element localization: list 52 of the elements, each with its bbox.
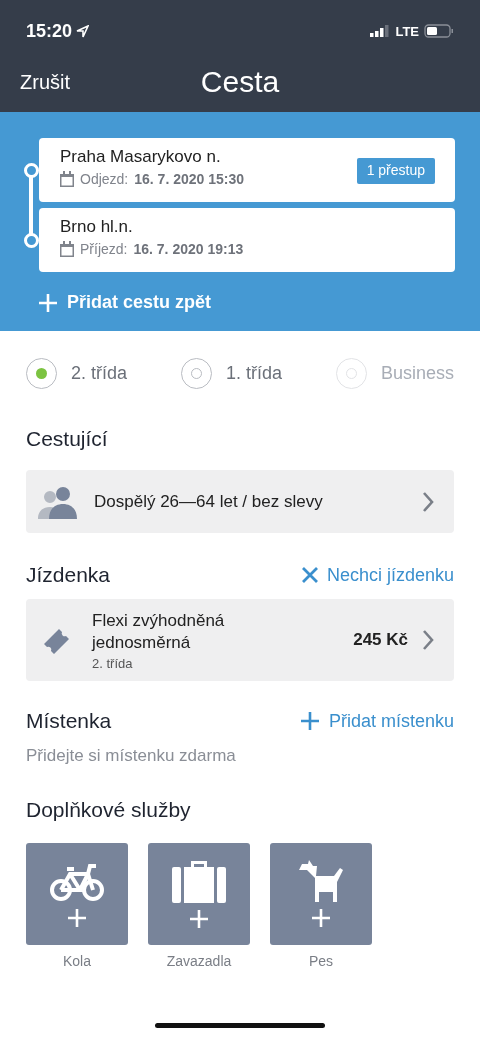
- date-time: 16. 7. 2020 19:13: [133, 241, 244, 257]
- time-label: Příjezd:: [80, 241, 128, 257]
- seat-hint: Přidejte si místenku zdarma: [26, 746, 237, 766]
- passenger-row[interactable]: Dospělý 26—64 let / bez slevy: [26, 470, 454, 533]
- plus-icon: [38, 292, 58, 313]
- signal-icon: [370, 25, 391, 37]
- section-title: Místenka: [26, 709, 112, 733]
- station-card[interactable]: Brno hl.n. Příjezd: 16. 7. 2020 19:13: [39, 208, 455, 272]
- date-time: 16. 7. 2020 15:30: [134, 171, 244, 187]
- ticket-name: Flexi zvýhodněná jednosměrná: [92, 609, 226, 654]
- decline-ticket-link[interactable]: Nechci jízdenku: [301, 564, 454, 586]
- class-radio[interactable]: 1. třída: [180, 358, 282, 389]
- suitcase-icon: [172, 859, 226, 903]
- add-seat-link[interactable]: Přidat místenku: [299, 710, 454, 732]
- section-title: Jízdenka: [26, 563, 111, 587]
- calendar-icon: [60, 241, 74, 257]
- station-card[interactable]: Praha Masarykovo n. Odjezd: 16. 7. 2020 15:30 1 přestup: [39, 138, 455, 202]
- clock: 15:20: [26, 20, 90, 42]
- plus-icon: [299, 711, 320, 731]
- chevron-icon: [422, 629, 434, 651]
- ticket-price: 245 Kč: [353, 630, 408, 650]
- station-name: Praha Masarykovo n.: [60, 147, 222, 167]
- people-icon: [38, 484, 80, 519]
- dog-icon: [299, 860, 343, 902]
- service-tile[interactable]: [270, 843, 372, 945]
- section-title: Cestující: [26, 427, 109, 451]
- transfer-badge: 1 přestup: [356, 158, 435, 184]
- location-arrow-icon: [76, 24, 90, 38]
- ticket-class: 2. třída: [92, 655, 134, 671]
- network-label: LTE: [395, 23, 419, 39]
- timeline-node: [24, 233, 39, 248]
- chevron-icon: [422, 490, 434, 513]
- section-title: Doplňkové služby: [26, 798, 192, 822]
- plus-icon: [67, 908, 87, 928]
- screen-title: Cesta: [200, 65, 280, 99]
- timeline-node: [24, 163, 39, 178]
- cancel-button[interactable]: Zrušit: [20, 70, 70, 94]
- service-label: Kola: [63, 953, 91, 969]
- service-tile[interactable]: [26, 843, 128, 945]
- ticket-row[interactable]: Flexi zvýhodněná jednosměrná 2. třída 245 Kč: [26, 599, 454, 681]
- service-label: Zavazadla: [166, 953, 232, 969]
- close-icon: [301, 567, 318, 583]
- service-tile[interactable]: [148, 843, 250, 945]
- plus-icon: [311, 908, 331, 928]
- add-return-button[interactable]: Přidat cestu zpět: [38, 292, 212, 313]
- time-label: Odjezd:: [80, 171, 129, 187]
- station-name: Brno hl.n.: [60, 217, 134, 237]
- class-radio[interactable]: 2. třída: [26, 358, 128, 389]
- calendar-icon: [60, 171, 74, 187]
- battery-icon: [424, 24, 454, 38]
- service-label: Pes: [308, 953, 334, 969]
- plus-icon: [189, 909, 209, 929]
